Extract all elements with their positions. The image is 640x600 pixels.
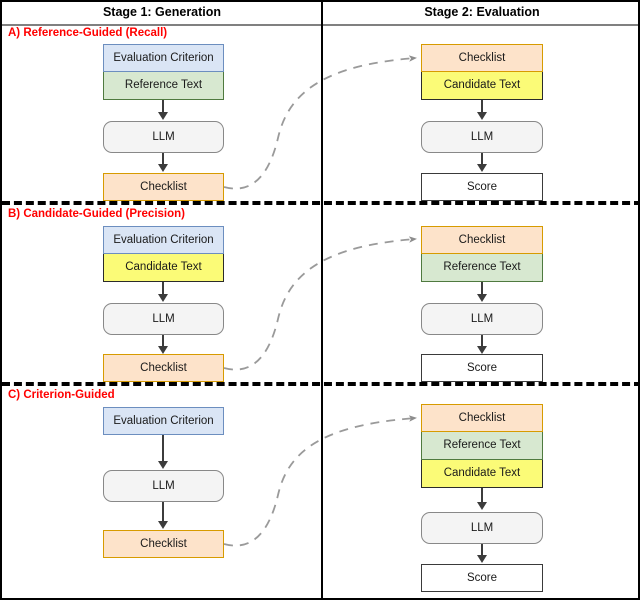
b-gen-candidate-box: Candidate Text — [103, 254, 224, 282]
b-eval-score-box: Score — [421, 354, 543, 382]
a-gen-llm-box: LLM — [103, 121, 224, 153]
a-gen-reference-box: Reference Text — [103, 72, 224, 100]
b-gen-llm-box: LLM — [103, 303, 224, 335]
c-eval-candidate-box: Candidate Text — [421, 460, 543, 488]
a-eval-candidate-box: Candidate Text — [421, 72, 543, 100]
c-eval-llm-box: LLM — [421, 512, 543, 544]
a-gen-criterion-box: Evaluation Criterion — [103, 44, 224, 72]
section-label-a: A) Reference-Guided (Recall) — [8, 27, 168, 39]
column-header-row: Stage 1: Generation Stage 2: Evaluation — [2, 2, 638, 24]
connector-section-b — [223, 236, 417, 371]
section-label-b: B) Candidate-Guided (Precision) — [8, 208, 185, 220]
a-gen-arrow2-head — [158, 164, 168, 172]
c-eval-score-box: Score — [421, 564, 543, 592]
section-divider-b-c — [2, 382, 638, 386]
connector-section-a — [223, 55, 417, 190]
header-stage2: Stage 2: Evaluation — [424, 5, 540, 19]
section-label-c: C) Criterion-Guided — [8, 389, 115, 401]
b-gen-criterion-box: Evaluation Criterion — [103, 226, 224, 254]
b-gen-arrow1-head — [158, 294, 168, 302]
a-eval-arrow1-head — [477, 112, 487, 120]
c-gen-llm-box: LLM — [103, 470, 224, 502]
c-eval-arrow1-head — [477, 502, 487, 510]
c-gen-arrow1-line — [162, 435, 164, 463]
b-gen-arrow2-head — [158, 346, 168, 354]
diagram-canvas: Stage 1: Generation Stage 2: Evaluation … — [0, 0, 640, 600]
c-eval-arrow2-head — [477, 555, 487, 563]
a-gen-checklist-box: Checklist — [103, 173, 224, 201]
c-gen-criterion-box: Evaluation Criterion — [103, 407, 224, 435]
section-divider-a-b — [2, 201, 638, 205]
column-divider — [321, 2, 323, 598]
c-gen-arrow1-head — [158, 461, 168, 469]
c-eval-checklist-box: Checklist — [421, 404, 543, 432]
a-gen-arrow1-head — [158, 112, 168, 120]
a-eval-llm-box: LLM — [421, 121, 543, 153]
c-gen-arrow2-head — [158, 521, 168, 529]
c-gen-checklist-box: Checklist — [103, 530, 224, 558]
b-eval-llm-box: LLM — [421, 303, 543, 335]
header-stage1: Stage 1: Generation — [102, 5, 222, 19]
header-separator — [2, 24, 638, 26]
b-eval-arrow2-head — [477, 346, 487, 354]
b-eval-checklist-box: Checklist — [421, 226, 543, 254]
b-eval-reference-box: Reference Text — [421, 254, 543, 282]
c-eval-reference-box: Reference Text — [421, 432, 543, 460]
connector-section-c — [223, 415, 417, 547]
b-eval-arrow1-head — [477, 294, 487, 302]
b-gen-checklist-box: Checklist — [103, 354, 224, 382]
a-eval-score-box: Score — [421, 173, 543, 201]
a-eval-arrow2-head — [477, 164, 487, 172]
a-eval-checklist-box: Checklist — [421, 44, 543, 72]
c-gen-arrow2-line — [162, 502, 164, 523]
